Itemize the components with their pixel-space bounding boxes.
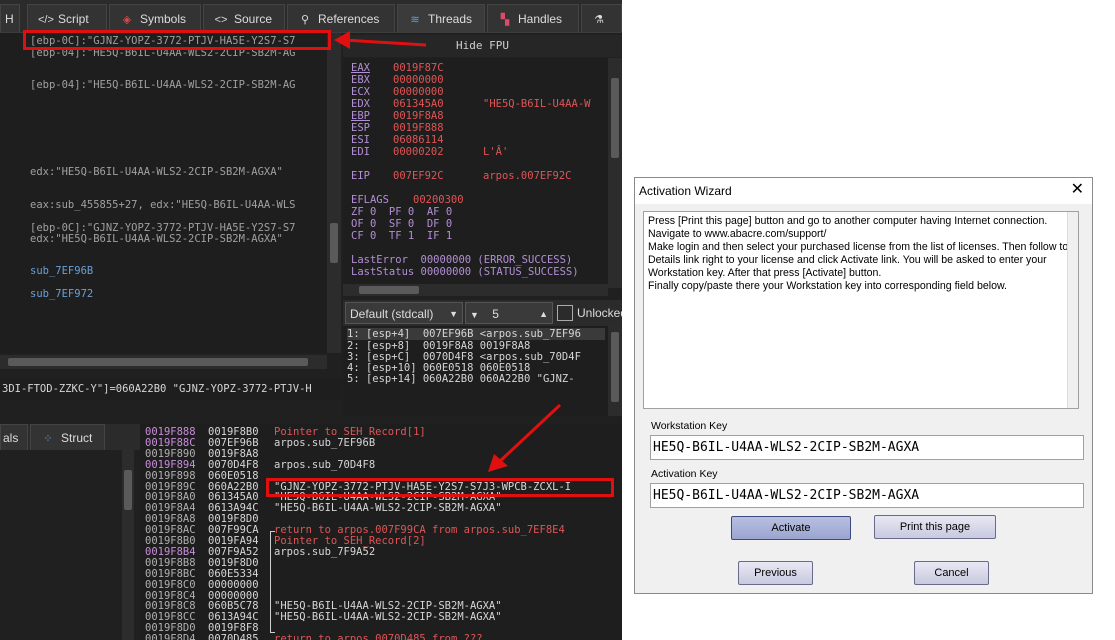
instruction-line: Workstation key. After that press [Activ… <box>648 267 882 279</box>
close-icon[interactable]: ✕ <box>1071 181 1084 199</box>
instruction-line: Details link right to your license and c… <box>648 254 1047 266</box>
arrow-top-head <box>334 31 350 49</box>
instruction-line: Press [Print this page] button and go to… <box>648 215 1048 227</box>
dialog-titlebar[interactable]: Activation Wizard ✕ <box>635 178 1092 204</box>
instructions-text: Press [Print this page] button and go to… <box>643 211 1079 409</box>
print-page-button[interactable]: Print this page <box>874 515 996 539</box>
workstation-key-label: Workstation Key <box>651 420 728 432</box>
annotation-arrows <box>334 31 562 472</box>
instruction-line: Navigate to www.abacre.com/support/ <box>648 228 827 240</box>
activation-wizard-dialog: Activation Wizard ✕ Press [Print this pa… <box>634 177 1093 594</box>
cancel-button[interactable]: Cancel <box>914 561 989 585</box>
activation-key-label: Activation Key <box>651 468 718 480</box>
activate-button[interactable]: Activate <box>731 516 851 540</box>
arrow-bottom <box>496 403 562 465</box>
previous-button[interactable]: Previous <box>738 561 813 585</box>
instruction-line: Make login and then select your purchase… <box>648 241 1069 253</box>
activation-key-field[interactable]: HE5Q-B6IL-U4AA-WLS2-2CIP-SB2M-AGXA <box>650 483 1084 508</box>
instructions-scrollbar[interactable] <box>1067 212 1078 408</box>
debugger-window: H </> Script ◈ Symbols <> Source ⚲ Reference… <box>0 0 622 640</box>
dialog-title: Activation Wizard <box>639 184 732 198</box>
workstation-key-field[interactable]: HE5Q-B6IL-U4AA-WLS2-2CIP-SB2M-AGXA <box>650 435 1084 460</box>
arrow-top <box>343 38 427 47</box>
instruction-line: Finally copy/paste there your Workstatio… <box>648 280 1008 292</box>
